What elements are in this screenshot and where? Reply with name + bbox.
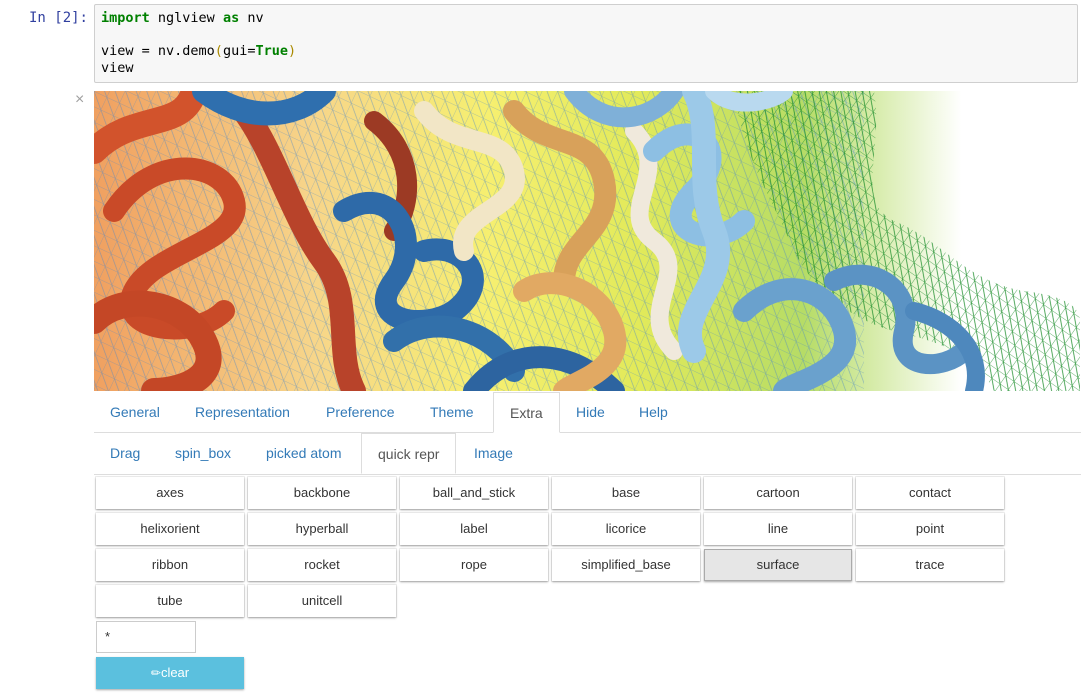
- code-paren-open: (: [214, 43, 223, 59]
- tab-help[interactable]: Help: [623, 392, 684, 433]
- code-text: nv: [239, 10, 264, 26]
- repr-button-ribbon[interactable]: ribbon: [96, 549, 244, 581]
- tab-general[interactable]: General: [94, 392, 176, 433]
- close-output-icon[interactable]: ×: [75, 92, 84, 108]
- repr-button-label[interactable]: label: [400, 513, 548, 545]
- molecule-render: [94, 91, 1080, 391]
- repr-button-base[interactable]: base: [552, 477, 700, 509]
- subtab-quick-repr[interactable]: quick repr: [361, 433, 457, 474]
- eraser-icon: ✏︎: [150, 666, 161, 680]
- code-line-3: view = nv.demo(gui=True): [101, 43, 1071, 60]
- repr-button-surface[interactable]: surface: [704, 549, 852, 581]
- code-line-1: import nglview as nv: [101, 10, 1071, 27]
- clear-button-label: clear: [160, 665, 190, 680]
- tab-hide[interactable]: Hide: [560, 392, 621, 433]
- keyword-as: as: [222, 10, 240, 26]
- repr-button-rocket[interactable]: rocket: [248, 549, 396, 581]
- sub-tab-bar: Drag spin_box picked atom quick repr Ima…: [94, 433, 1081, 475]
- keyword-true: True: [255, 43, 288, 59]
- subtab-picked-atom[interactable]: picked atom: [250, 433, 357, 474]
- subtab-image[interactable]: Image: [458, 433, 529, 474]
- code-paren-close: ): [287, 43, 297, 59]
- repr-button-licorice[interactable]: licorice: [552, 513, 700, 545]
- subtab-spin-box[interactable]: spin_box: [159, 433, 247, 474]
- clear-button[interactable]: ✏︎clear: [96, 657, 244, 689]
- repr-button-contact[interactable]: contact: [856, 477, 1004, 509]
- repr-button-axes[interactable]: axes: [96, 477, 244, 509]
- repr-button-simplified-base[interactable]: simplified_base: [552, 549, 700, 581]
- repr-button-unitcell[interactable]: unitcell: [248, 585, 396, 617]
- repr-button-ball-and-stick[interactable]: ball_and_stick: [400, 477, 548, 509]
- repr-button-point[interactable]: point: [856, 513, 1004, 545]
- cell-prompt: In [2]:: [28, 10, 88, 26]
- repr-button-backbone[interactable]: backbone: [248, 477, 396, 509]
- code-text: view = nv.demo: [101, 43, 215, 59]
- repr-button-helixorient[interactable]: helixorient: [96, 513, 244, 545]
- tab-preference[interactable]: Preference: [310, 392, 410, 433]
- tab-theme[interactable]: Theme: [414, 392, 490, 433]
- selection-input[interactable]: *: [96, 621, 196, 653]
- repr-button-tube[interactable]: tube: [96, 585, 244, 617]
- keyword-import: import: [101, 10, 150, 26]
- tab-extra[interactable]: Extra: [493, 392, 560, 433]
- molecule-viewer[interactable]: [94, 91, 1080, 391]
- code-text: nglview: [149, 10, 223, 26]
- repr-button-line[interactable]: line: [704, 513, 852, 545]
- tab-representation[interactable]: Representation: [179, 392, 306, 433]
- main-tab-bar: General Representation Preference Theme …: [94, 392, 1081, 433]
- repr-button-trace[interactable]: trace: [856, 549, 1004, 581]
- repr-button-rope[interactable]: rope: [400, 549, 548, 581]
- repr-button-hyperball[interactable]: hyperball: [248, 513, 396, 545]
- subtab-drag[interactable]: Drag: [94, 433, 156, 474]
- code-text: gui=: [222, 43, 256, 59]
- code-editor[interactable]: import nglview as nv view = nv.demo(gui=…: [94, 4, 1078, 83]
- code-line-4: view: [101, 59, 134, 76]
- repr-button-cartoon[interactable]: cartoon: [704, 477, 852, 509]
